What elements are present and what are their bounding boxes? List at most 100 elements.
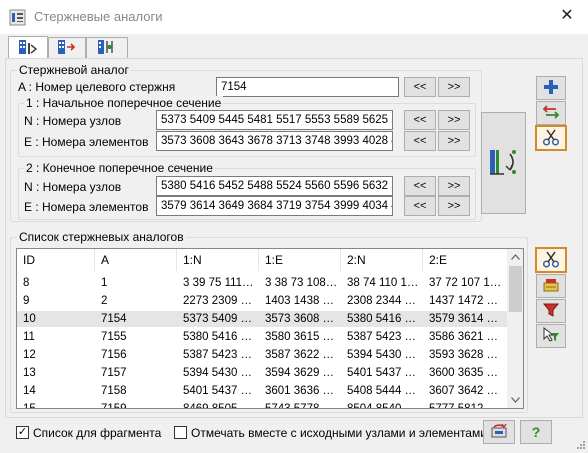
table-cell: 7156 bbox=[101, 349, 127, 361]
table-cell: 12 bbox=[23, 349, 36, 361]
select-filter-button[interactable] bbox=[536, 324, 566, 348]
target-prev-button[interactable]: << bbox=[404, 77, 436, 97]
end-section-title: 2 : Конечное поперечное сечение bbox=[24, 161, 215, 175]
fragment-checkbox-label: Список для фрагмента bbox=[33, 426, 162, 440]
table-cell: 8 bbox=[23, 277, 30, 289]
table-cell: 7157 bbox=[101, 367, 127, 379]
tab-export[interactable] bbox=[48, 37, 86, 59]
table-cell: 5387 5423 … bbox=[183, 349, 253, 361]
table-cell: 1437 1472 … bbox=[429, 295, 499, 307]
table-row[interactable]: 8 1 3 39 75 111… 3 38 73 108… 38 74 110 1… 37… bbox=[17, 275, 509, 291]
end-nodes-input[interactable]: 5380 5416 5452 5488 5524 5560 5596 5632 … bbox=[156, 176, 393, 196]
start-elems-input[interactable]: 3573 3608 3643 3678 3713 3748 3993 4028 … bbox=[156, 131, 393, 151]
plus-icon bbox=[543, 79, 559, 98]
column-header[interactable]: A bbox=[95, 249, 177, 271]
scissors-icon bbox=[542, 250, 560, 271]
pick-bar-button[interactable] bbox=[481, 112, 526, 214]
table-cell: 7154 bbox=[101, 313, 127, 325]
table-cell: 38 74 110 1… bbox=[347, 277, 419, 289]
building-export-icon bbox=[57, 39, 77, 58]
analogs-list[interactable]: ID A 1:N 1:E 2:N 2:E 8 1 3 39 75 111… 3 38 73 10… bbox=[16, 248, 524, 409]
refresh-model-icon bbox=[489, 423, 509, 442]
table-cell: 11 bbox=[23, 331, 35, 343]
end-elems-label: E : Номера элементов bbox=[24, 200, 149, 214]
target-bar-input[interactable]: 7154 bbox=[216, 77, 399, 97]
table-row[interactable]: 13 7157 5394 5430 … 3594 3629 … 5401 5437 … 3… bbox=[17, 365, 509, 381]
close-button[interactable]: ✕ bbox=[553, 5, 581, 27]
table-cell: 5777 5812 … bbox=[429, 403, 499, 409]
end-elems-next-button[interactable]: >> bbox=[438, 196, 470, 216]
column-header[interactable]: ID bbox=[17, 249, 95, 271]
start-nodes-prev-button[interactable]: << bbox=[404, 110, 436, 130]
table-cell: 5394 5430 … bbox=[183, 367, 253, 379]
target-bar-label: A : Номер целевого стержня bbox=[18, 80, 176, 94]
column-header[interactable]: 2:E bbox=[423, 249, 509, 271]
table-cell: 5408 5444 … bbox=[347, 385, 417, 397]
column-header[interactable]: 2:N bbox=[341, 249, 423, 271]
end-nodes-next-button[interactable]: >> bbox=[438, 176, 470, 196]
table-cell: 2 bbox=[101, 295, 108, 307]
scroll-thumb[interactable] bbox=[509, 266, 522, 312]
table-cell: 5380 5416 … bbox=[347, 313, 417, 325]
table-row[interactable]: 10 7154 5373 5409 … 3573 3608 … 5380 5416 … 3… bbox=[17, 311, 509, 327]
table-cell: 3600 3635 … bbox=[429, 367, 499, 379]
table-cell: 8504 8540 … bbox=[347, 403, 417, 409]
end-elems-input[interactable]: 3579 3614 3649 3684 3719 3754 3999 4034 … bbox=[156, 196, 393, 216]
table-cell: 3 39 75 111… bbox=[183, 277, 254, 289]
tab-settings[interactable] bbox=[86, 37, 128, 59]
scroll-up-arrow-icon[interactable] bbox=[507, 249, 523, 265]
table-cell: 3580 3615 … bbox=[265, 331, 335, 343]
title-bar: Стержневые аналоги ✕ bbox=[0, 0, 588, 34]
table-cell: 8469 8505 … bbox=[183, 403, 253, 409]
tab-analogs[interactable] bbox=[8, 36, 48, 60]
resize-grip-icon[interactable] bbox=[574, 438, 586, 450]
cut-analog-button[interactable] bbox=[535, 125, 567, 151]
cut-list-button[interactable] bbox=[535, 247, 567, 273]
filter-button[interactable] bbox=[536, 299, 566, 323]
app-icon bbox=[9, 9, 26, 26]
table-cell: 3594 3629 … bbox=[265, 367, 335, 379]
table-cell: 1 bbox=[101, 277, 108, 289]
start-nodes-label: N : Номера узлов bbox=[24, 114, 122, 128]
start-elems-label: E : Номера элементов bbox=[24, 135, 149, 149]
table-cell: 13 bbox=[23, 367, 36, 379]
filter-funnel-icon bbox=[542, 302, 560, 321]
scissors-icon bbox=[542, 128, 560, 149]
start-elems-prev-button[interactable]: << bbox=[404, 131, 436, 151]
start-nodes-input[interactable]: 5373 5409 5445 5481 5517 5553 5589 5625 … bbox=[156, 110, 393, 130]
column-header[interactable]: 1:N bbox=[177, 249, 259, 271]
eraser-icon bbox=[542, 277, 560, 296]
clear-list-button[interactable] bbox=[536, 274, 566, 298]
table-cell: 3601 3636 … bbox=[265, 385, 335, 397]
end-nodes-prev-button[interactable]: << bbox=[404, 176, 436, 196]
table-cell: 7155 bbox=[101, 331, 127, 343]
analog-group-title: Стержневой аналог bbox=[17, 63, 131, 77]
help-button[interactable]: ? bbox=[520, 420, 552, 444]
table-row[interactable]: 9 2 2273 2309 … 1403 1438 … 2308 2344 … 1437 … bbox=[17, 293, 509, 309]
table-cell: 5380 5416 … bbox=[183, 331, 253, 343]
table-row[interactable]: 14 7158 5401 5437 … 3601 3636 … 5408 5444 … 3… bbox=[17, 383, 509, 399]
table-row[interactable]: 11 7155 5380 5416 … 3580 3615 … 5387 5423 … 3… bbox=[17, 329, 509, 345]
fragment-checkbox[interactable]: ✓ bbox=[16, 426, 29, 439]
list-scrollbar[interactable] bbox=[507, 249, 523, 408]
target-next-button[interactable]: >> bbox=[438, 77, 470, 97]
end-nodes-label: N : Номера узлов bbox=[24, 180, 122, 194]
table-cell: 3593 3628 … bbox=[429, 349, 499, 361]
table-row[interactable]: 12 7156 5387 5423 … 3587 3622 … 5394 5430 … 3… bbox=[17, 347, 509, 363]
table-row[interactable]: 15 7159 8469 8505 … 5743 5778 … 8504 8540 … 5… bbox=[17, 401, 509, 409]
add-analog-button[interactable] bbox=[536, 76, 566, 100]
table-cell: 3579 3614 … bbox=[429, 313, 499, 325]
start-nodes-next-button[interactable]: >> bbox=[438, 110, 470, 130]
mark-with-source-checkbox[interactable] bbox=[174, 426, 187, 439]
check-mark-icon: ✓ bbox=[17, 426, 28, 438]
table-cell: 10 bbox=[23, 313, 36, 325]
replace-analog-button[interactable] bbox=[536, 101, 566, 125]
mark-with-source-label: Отмечать вместе с исходными узлами и эле… bbox=[191, 426, 487, 440]
column-header[interactable]: 1:E bbox=[259, 249, 341, 271]
scroll-down-arrow-icon[interactable] bbox=[507, 392, 523, 408]
table-cell: 14 bbox=[23, 385, 36, 397]
refresh-button[interactable] bbox=[483, 420, 515, 444]
end-elems-prev-button[interactable]: << bbox=[404, 196, 436, 216]
table-cell: 5401 5437 … bbox=[183, 385, 253, 397]
start-elems-next-button[interactable]: >> bbox=[438, 131, 470, 151]
